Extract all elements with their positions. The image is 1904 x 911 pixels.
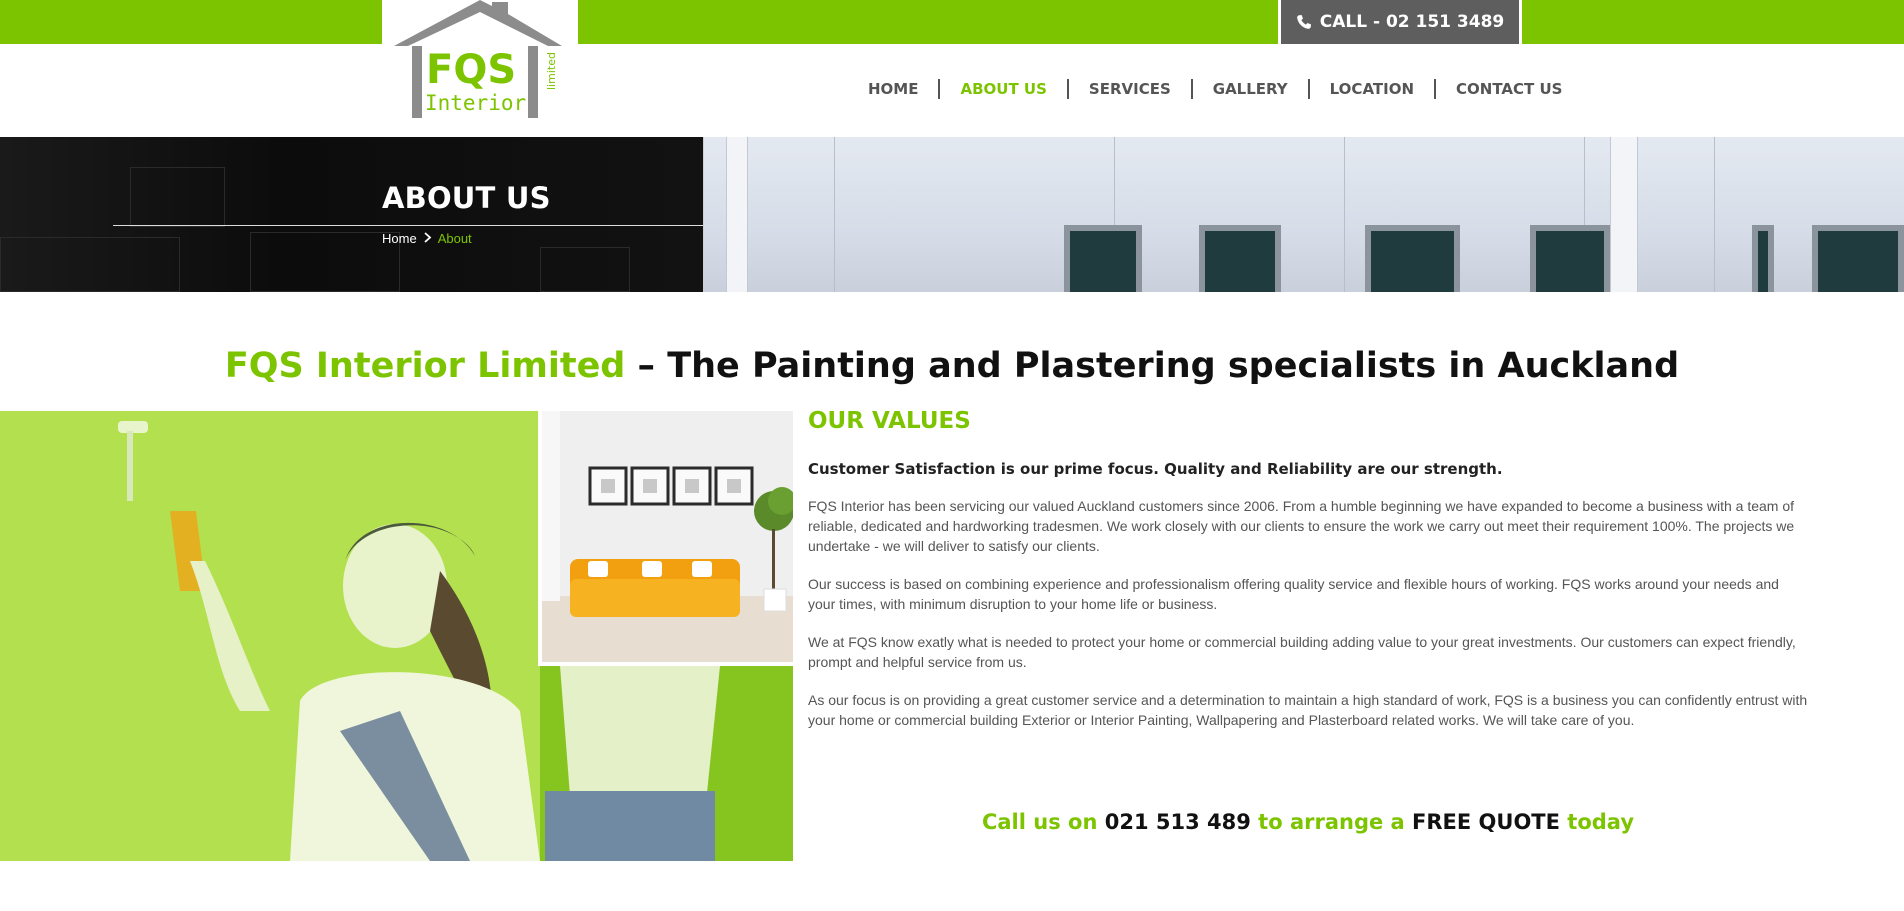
breadcrumb-home[interactable]: Home	[382, 231, 417, 246]
main-nav: HOME ABOUT US SERVICES GALLERY LOCATION …	[848, 78, 1582, 100]
nav-location[interactable]: LOCATION	[1310, 78, 1434, 100]
page-headline: FQS Interior Limited – The Painting and …	[0, 346, 1904, 386]
quote-call-to-action: Call us on 021 513 489 to arrange a FREE…	[808, 810, 1808, 834]
breadcrumb: Home About	[382, 231, 472, 246]
banner-dark-area	[0, 137, 703, 292]
banner-building-image	[704, 137, 1904, 292]
nav-home[interactable]: HOME	[848, 78, 938, 100]
values-paragraph: We at FQS know exatly what is needed to …	[808, 634, 1796, 670]
top-bar	[0, 0, 1904, 44]
values-paragraph: FQS Interior has been servicing our valu…	[808, 498, 1795, 554]
logo-text-side: limited	[545, 52, 558, 90]
nav-services[interactable]: SERVICES	[1069, 78, 1191, 100]
call-button[interactable]: CALL - 02 151 3489	[1278, 0, 1522, 44]
values-heading: OUR VALUES	[808, 408, 971, 434]
chevron-right-icon	[423, 231, 432, 246]
values-paragraph: Our success is based on combining experi…	[808, 576, 1779, 612]
cta-free-quote: FREE QUOTE	[1412, 810, 1560, 834]
cta-phone-link[interactable]: 021 513 489	[1105, 810, 1251, 834]
living-room-image	[538, 411, 793, 666]
logo-text-main: FQS	[426, 47, 516, 93]
headline-brand: FQS Interior Limited	[224, 346, 626, 386]
page-banner: ABOUT US Home About	[0, 137, 1904, 292]
cta-text-1: Call us on	[981, 810, 1105, 834]
page-title: ABOUT US	[382, 181, 551, 215]
cta-text-2: to arrange a	[1250, 810, 1413, 834]
values-lead: Customer Satisfaction is our prime focus…	[808, 460, 1503, 478]
nav-contact-us[interactable]: CONTACT US	[1436, 78, 1582, 100]
nav-gallery[interactable]: GALLERY	[1193, 78, 1308, 100]
breadcrumb-current: About	[437, 231, 472, 246]
values-paragraph: As our focus is on providing a great cus…	[808, 692, 1808, 728]
nav-about-us[interactable]: ABOUT US	[940, 78, 1066, 100]
values-section: OUR VALUES Customer Satisfaction is our …	[808, 408, 1808, 730]
cta-text-3: today	[1559, 810, 1635, 834]
logo-text-sub: Interior	[425, 91, 526, 115]
site-logo[interactable]: FQS Interior limited	[382, 0, 578, 122]
call-label: CALL - 02 151 3489	[1319, 12, 1505, 32]
banner-rule	[113, 225, 703, 226]
headline-rest: – The Painting and Plastering specialist…	[625, 346, 1680, 386]
phone-icon	[1296, 14, 1312, 30]
